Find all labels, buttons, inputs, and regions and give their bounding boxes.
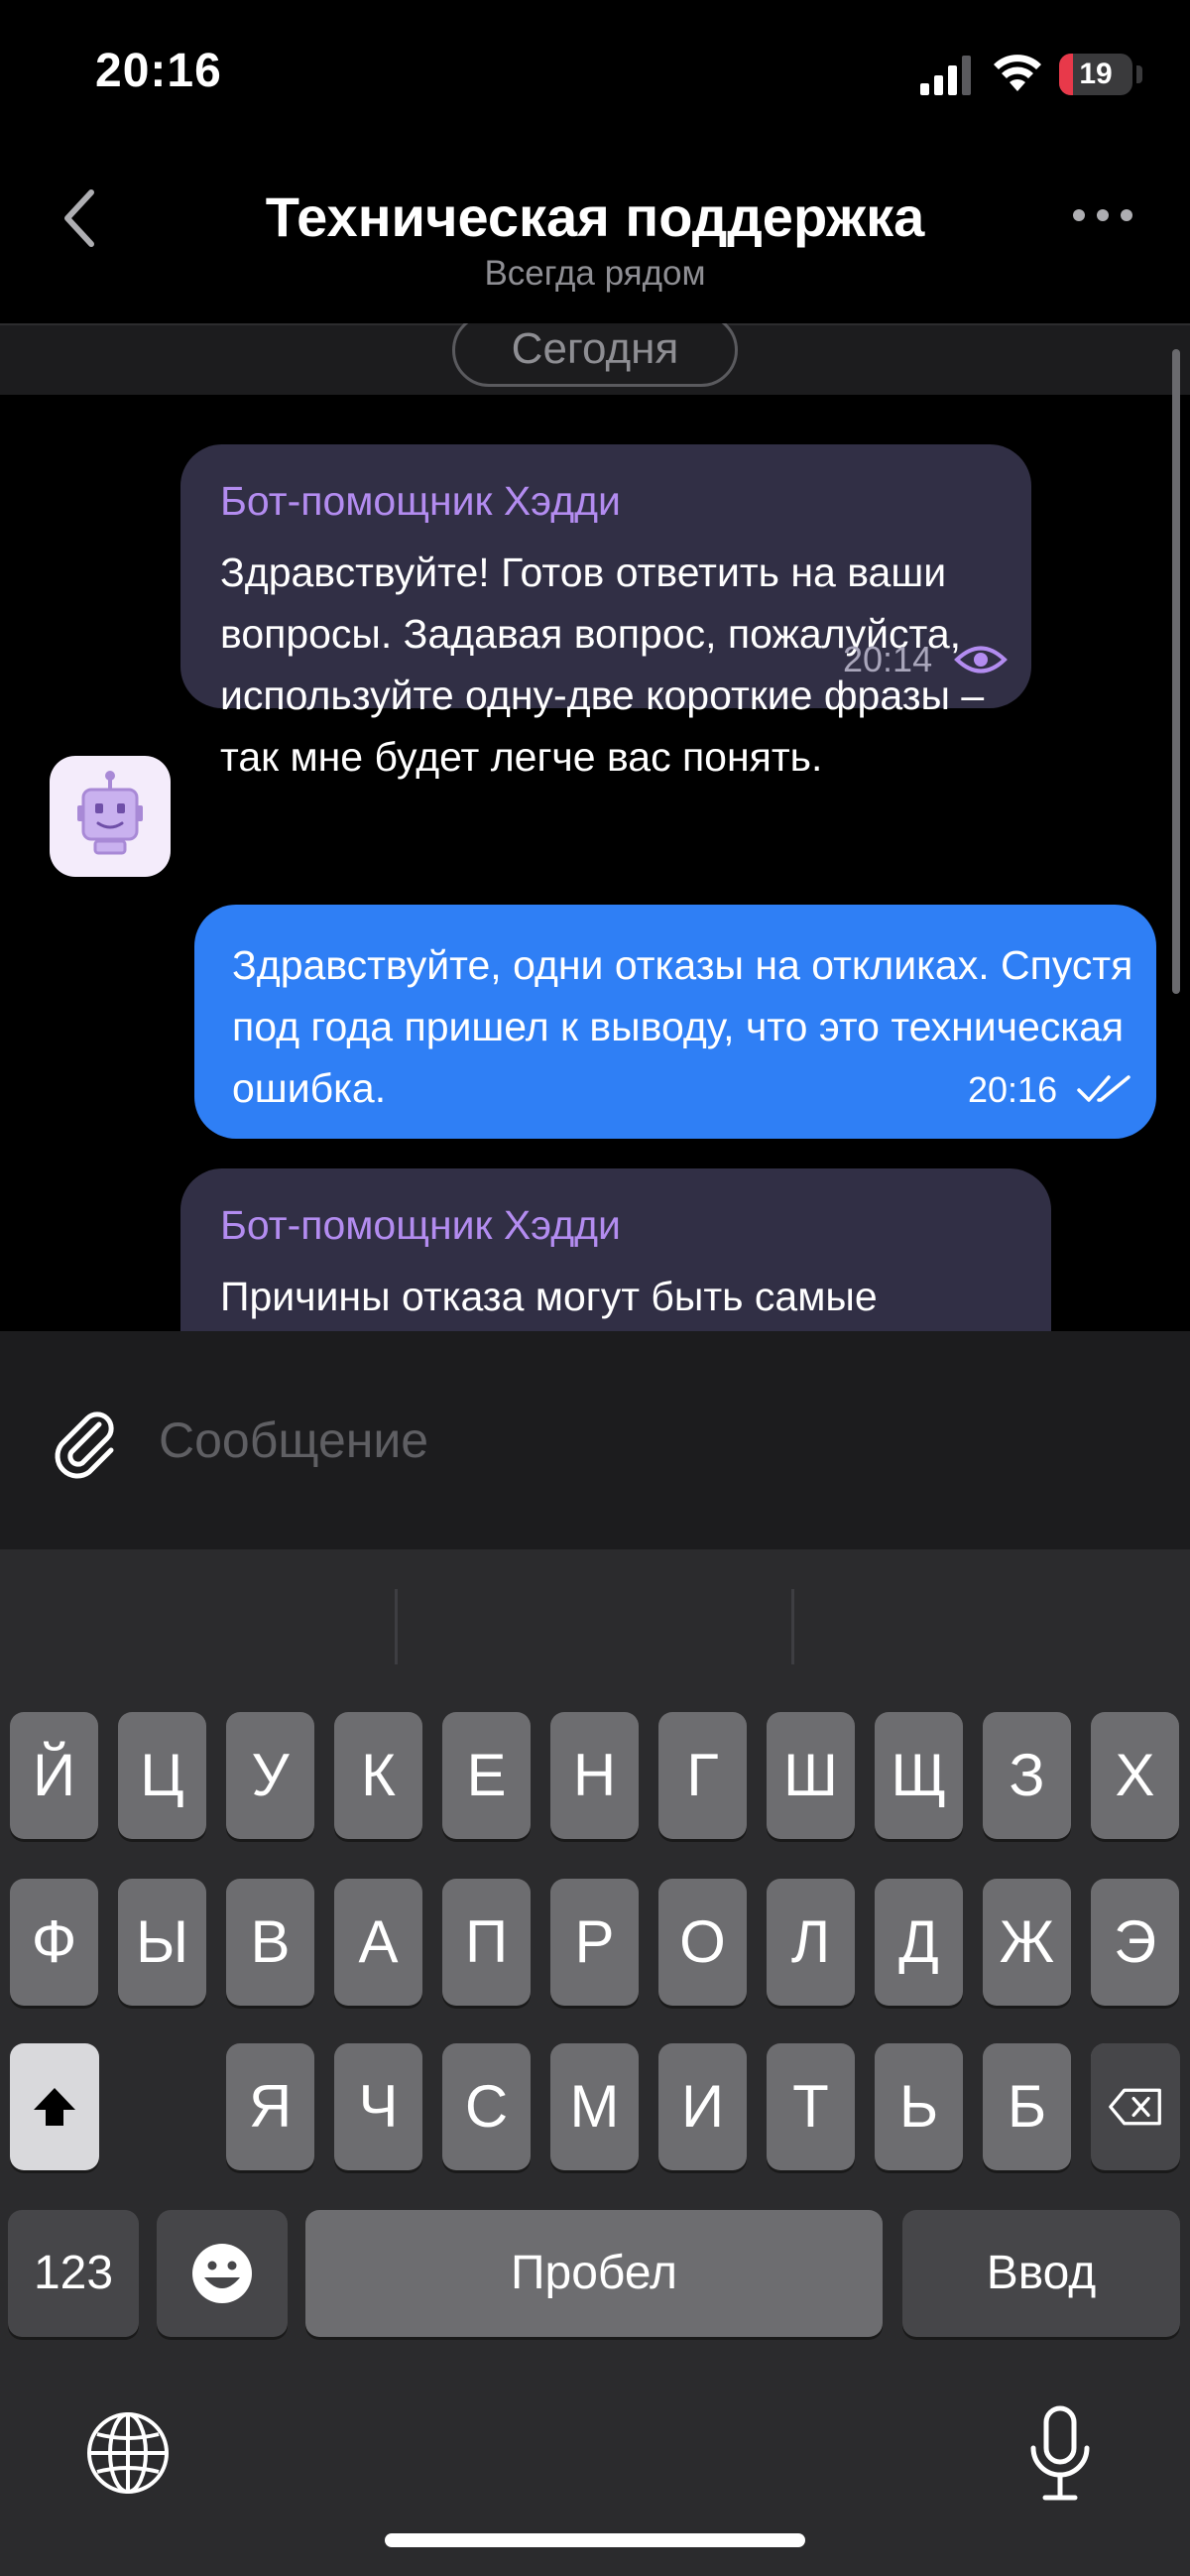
cellular-signal-icon <box>920 56 971 95</box>
letter-key[interactable]: Д <box>875 1879 963 2006</box>
suggestion-divider <box>791 1589 794 1664</box>
message-time: 20:16 <box>968 1069 1058 1110</box>
backspace-icon <box>1109 2088 1161 2126</box>
composer <box>0 1331 1190 1549</box>
chat-title: Техническая поддержка <box>265 185 925 248</box>
letter-key[interactable]: Щ <box>875 1712 963 1839</box>
battery-percentage: 19 <box>1079 58 1113 90</box>
letter-key[interactable]: У <box>226 1712 314 1839</box>
wifi-icon <box>994 55 1041 91</box>
message-time: 20:14 <box>843 639 933 679</box>
numbers-key[interactable]: 123 <box>8 2210 139 2337</box>
letter-key[interactable]: О <box>658 1879 747 2006</box>
sender-name: Бот-помощник Хэдди <box>220 1202 621 1248</box>
home-indicator[interactable] <box>385 2533 805 2547</box>
more-options-icon[interactable] <box>1071 200 1134 230</box>
letter-key[interactable]: В <box>226 1879 314 2006</box>
letter-key[interactable]: Я <box>226 2043 314 2170</box>
eye-icon <box>954 646 1008 674</box>
letter-key[interactable]: П <box>442 1879 531 2006</box>
letter-key[interactable]: Э <box>1091 1879 1179 2006</box>
letter-key[interactable]: Г <box>658 1712 747 1839</box>
space-key[interactable]: Пробел <box>305 2210 883 2337</box>
bot-avatar[interactable] <box>50 756 171 877</box>
outgoing-message[interactable]: Здравствуйте, одни отказы на откликах. С… <box>194 905 1156 1139</box>
incoming-message[interactable]: Бот-помощник Хэдди Причины отказа могут … <box>180 1168 1051 1331</box>
letter-key[interactable]: М <box>550 2043 639 2170</box>
battery-cap <box>1136 65 1142 83</box>
letter-key[interactable]: К <box>334 1712 422 1839</box>
letter-key[interactable]: Ж <box>983 1879 1071 2006</box>
message-text: Причины отказа могут быть самые <box>220 1274 878 1319</box>
letter-key[interactable]: Н <box>550 1712 639 1839</box>
chat-header: Техническая поддержка Всегда рядом <box>0 149 1190 323</box>
letter-key[interactable]: Ц <box>118 1712 206 1839</box>
double-check-icon <box>1077 1075 1130 1102</box>
globe-icon[interactable] <box>85 2410 171 2496</box>
microphone-icon[interactable] <box>1025 2404 1095 2504</box>
scroll-indicator[interactable] <box>1172 349 1180 994</box>
letter-key[interactable]: Ч <box>334 2043 422 2170</box>
suggestion-divider <box>395 1589 398 1664</box>
letter-key[interactable]: Б <box>983 2043 1071 2170</box>
letter-key[interactable]: Ь <box>875 2043 963 2170</box>
emoji-icon <box>192 2244 252 2303</box>
letter-key[interactable]: Р <box>550 1879 639 2006</box>
letter-key[interactable]: Х <box>1091 1712 1179 1839</box>
incoming-message[interactable]: Бот-помощник Хэдди Здравствуйте! Готов о… <box>180 444 1031 780</box>
message-input[interactable] <box>159 1401 1130 1480</box>
letter-key[interactable]: Й <box>10 1712 98 1839</box>
emoji-key[interactable] <box>157 2210 288 2337</box>
status-time: 20:16 <box>95 45 222 97</box>
date-pill: Сегодня <box>452 323 738 387</box>
letter-key[interactable]: И <box>658 2043 747 2170</box>
sender-name: Бот-помощник Хэдди <box>220 478 621 524</box>
shift-key[interactable] <box>10 2043 99 2170</box>
delete-key[interactable] <box>1091 2043 1180 2170</box>
letter-key[interactable]: Т <box>767 2043 855 2170</box>
letter-key[interactable]: Ы <box>118 1879 206 2006</box>
robot-icon <box>77 771 143 855</box>
shift-arrow-icon <box>34 2088 75 2126</box>
chat-subtitle: Всегда рядом <box>484 254 706 293</box>
letter-key[interactable]: Л <box>767 1879 855 2006</box>
letter-key[interactable]: Е <box>442 1712 531 1839</box>
letter-key[interactable]: Ф <box>10 1879 98 2006</box>
return-key[interactable]: Ввод <box>902 2210 1180 2337</box>
letter-key[interactable]: З <box>983 1712 1071 1839</box>
paperclip-icon[interactable] <box>50 1407 119 1486</box>
battery-icon: 19 <box>1059 54 1132 95</box>
message-list[interactable]: Бот-помощник Хэдди Здравствуйте! Готов о… <box>0 323 1190 1331</box>
letter-key[interactable]: С <box>442 2043 531 2170</box>
status-bar: 20:16 19 <box>0 0 1190 149</box>
letter-key[interactable]: А <box>334 1879 422 2006</box>
letter-key[interactable]: Ш <box>767 1712 855 1839</box>
